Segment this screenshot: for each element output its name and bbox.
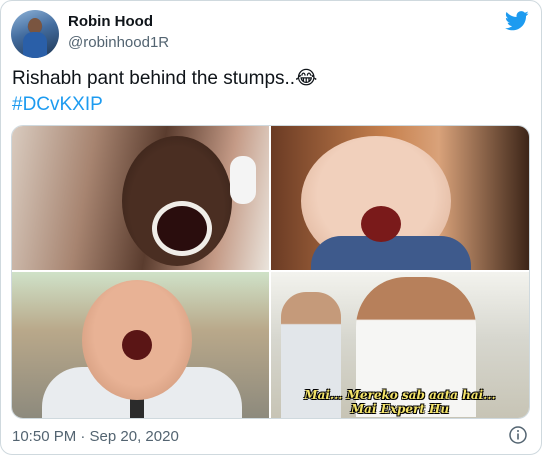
media-image-expert-scene[interactable]: Mai... Mereko sab aata hai... Mai Expert… [271, 272, 529, 418]
author-handle[interactable]: @robinhood1R [68, 34, 169, 51]
image-headphone [230, 156, 256, 204]
avatar-jersey [23, 32, 47, 58]
image-mouth [152, 201, 212, 256]
twitter-bird-icon[interactable] [505, 11, 529, 31]
avatar[interactable] [11, 10, 59, 58]
image-subtitle-line2: Mai Expert Hu [350, 402, 450, 416]
info-icon[interactable] [509, 426, 527, 444]
tweet-text: Rishabh pant behind the stumps..😂 [12, 68, 318, 89]
image-subtitle-line1: Mai... Mereko sab aata hai... [304, 388, 496, 402]
media-image-screaming-boy[interactable] [271, 126, 529, 270]
media-image-crying-kid[interactable] [12, 126, 269, 270]
image-shirt [311, 236, 471, 270]
tweet-timestamp[interactable]: 10:50 PM · Sep 20, 2020 [12, 428, 179, 445]
author-display-name[interactable]: Robin Hood [68, 13, 153, 30]
media-image-shouting-man[interactable] [12, 272, 269, 418]
image-mouth [361, 206, 401, 242]
image-mouth [122, 330, 152, 360]
hashtag-link[interactable]: #DCvKXIP [12, 92, 103, 117]
media-grid[interactable]: Mai... Mereko sab aata hai... Mai Expert… [11, 125, 530, 419]
